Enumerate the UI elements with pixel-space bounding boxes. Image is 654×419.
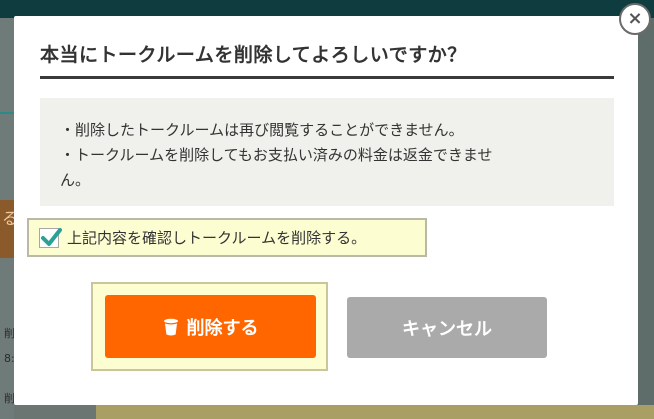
close-button[interactable]: × [619, 3, 651, 35]
confirm-checkbox[interactable] [39, 227, 62, 248]
notice-box: ・削除したトークルームは再び閲覧することができません。 ・トークルームを削除して… [40, 98, 614, 206]
title-divider [40, 76, 614, 79]
background-footer-accent [96, 405, 654, 419]
trash-icon [163, 318, 179, 336]
confirm-checkbox-row[interactable]: 上記内容を確認しトークルームを削除する。 [27, 218, 427, 257]
notice-line: ・削除したトークルームは再び閲覧することができません。 [60, 121, 464, 139]
background-sidebar-divider [0, 112, 14, 114]
close-icon: × [627, 8, 643, 29]
checkmark-icon [41, 227, 62, 246]
cancel-button-label: キャンセル [402, 318, 492, 339]
confirm-checkbox-label: 上記内容を確認しトークルームを削除する。 [67, 229, 367, 247]
dialog-title: 本当にトークルームを削除してよろしいですか？ [40, 44, 467, 66]
cancel-button[interactable]: キャンセル [347, 297, 547, 358]
delete-button-label: 削除する [186, 317, 259, 338]
delete-button[interactable]: 削除する [105, 295, 316, 358]
notice-line: ん。 [60, 171, 91, 189]
delete-confirm-dialog: 本当にトークルームを削除してよろしいですか？ ・削除したトークルームは再び閲覧す… [14, 16, 638, 405]
notice-line: ・トークルームを削除してもお支払い済みの料金は返金できませ [60, 146, 493, 164]
